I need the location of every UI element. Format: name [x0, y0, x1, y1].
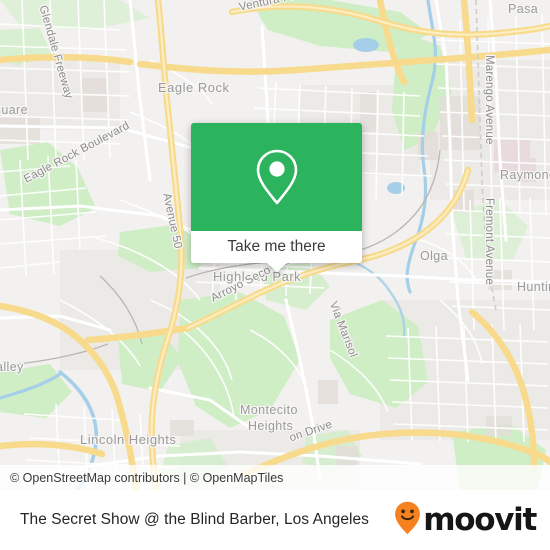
map-canvas[interactable]: Ventura FreewayGlendale FreewayPasaEagle… [0, 0, 550, 490]
take-me-there-label: Take me there [227, 238, 326, 255]
attribution-text: © OpenStreetMap contributors | © OpenMap… [10, 470, 284, 485]
moovit-logo[interactable]: moovit [394, 501, 537, 540]
location-popup-card[interactable]: Take me there [191, 123, 362, 272]
popup-pointer-tail [266, 263, 287, 272]
venue-title: The Secret Show @ the Blind Barber, Los … [20, 511, 369, 528]
moovit-wordmark: moovit [423, 501, 537, 538]
popup-cta-area[interactable]: Take me there [191, 231, 362, 272]
bottom-info-bar: The Secret Show @ the Blind Barber, Los … [0, 490, 550, 550]
map-attribution-bar: © OpenStreetMap contributors | © OpenMap… [0, 465, 550, 490]
moovit-map-screenshot: Ventura FreewayGlendale FreewayPasaEagle… [0, 0, 550, 550]
moovit-smiley-pin-icon [394, 501, 421, 540]
popup-image-area [191, 123, 362, 231]
map-pin-icon [254, 148, 300, 206]
